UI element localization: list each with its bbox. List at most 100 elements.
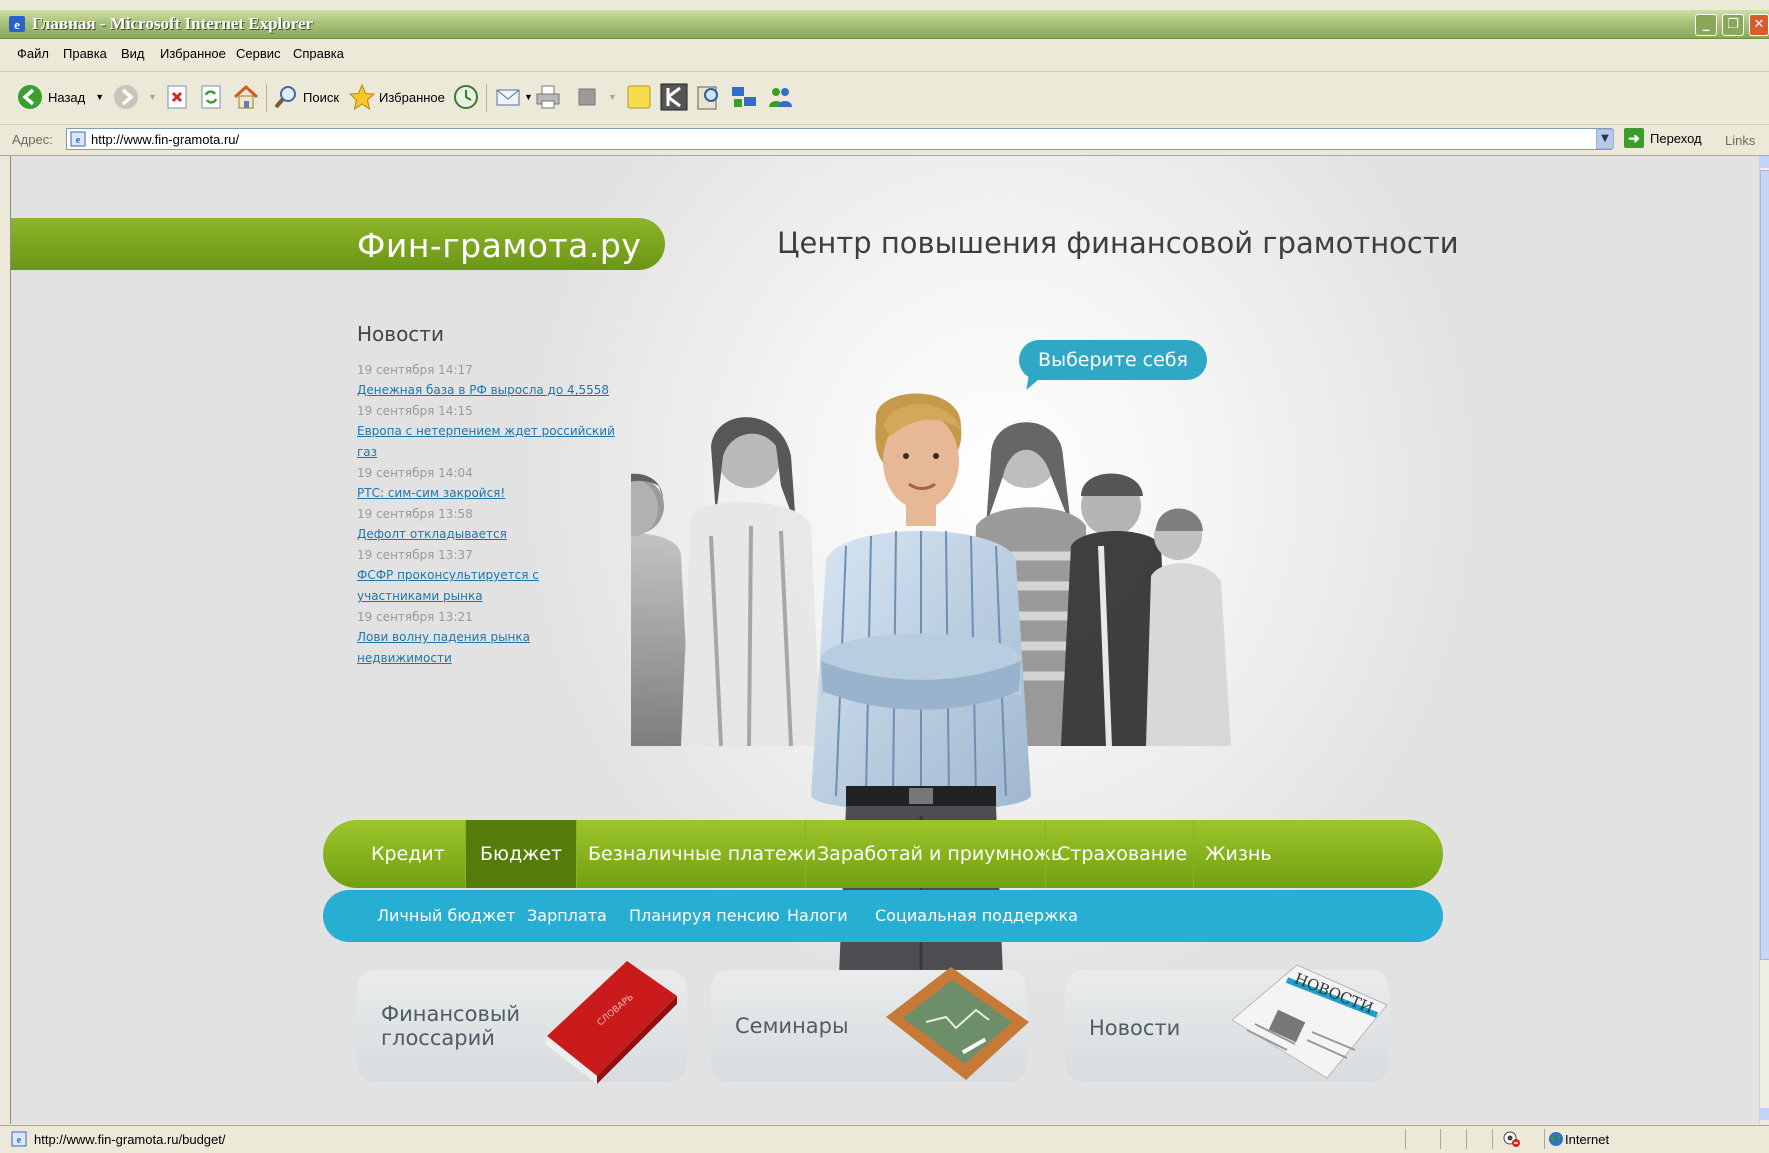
news-link[interactable]: Лови волну падения рынка недвижимости [357,627,547,669]
mail-icon [496,89,520,106]
nav-life[interactable]: Жизнь [1205,820,1272,888]
globe-icon [1549,1132,1563,1146]
toolbar-separator [266,84,267,112]
menu-favorites[interactable]: Избранное [160,46,226,61]
site-logo-bar[interactable]: Фин-грамота.ру [11,218,665,270]
news-link[interactable]: ФСФР проконсультируется с участниками ры… [357,565,619,607]
search-button[interactable]: Поиск [272,82,339,112]
network-icon [732,87,756,107]
address-input[interactable]: e http://www.fin-gramota.ru/ [66,128,1612,150]
news-link[interactable]: РТС: сим-сим закройся! [357,483,647,504]
history-icon [454,85,478,109]
news-heading: Новости [357,322,444,346]
vertical-scrollbar[interactable] [1759,156,1769,1124]
edit-icon [578,88,596,106]
go-arrow-icon: ➜ [1624,128,1644,148]
home-icon [233,84,259,109]
menu-file[interactable]: Файл [17,46,49,61]
news-date: 19 сентября 14:04 [357,466,473,480]
menu-help[interactable]: Справка [293,46,344,61]
menu-bar: Файл Правка Вид Избранное Сервис Справка [0,39,1769,101]
research-icon [697,86,718,110]
subnav-pension[interactable]: Планируя пенсию [629,906,780,925]
mail-dropdown-icon[interactable]: ▼ [524,92,533,102]
back-button[interactable]: Назад ▼ [16,82,104,112]
address-label: Адрес: [12,132,53,147]
news-link[interactable]: Дефолт откладывается [357,524,647,545]
restore-button[interactable]: ❐ [1722,14,1744,36]
status-divider [1405,1129,1406,1149]
nav-budget[interactable]: Бюджет [466,820,576,888]
favorites-button[interactable]: Избранное [348,82,445,112]
subnav-taxes[interactable]: Налоги [787,906,848,925]
menu-view[interactable]: Вид [121,46,145,61]
kaspersky-button[interactable] [660,82,688,112]
page-icon: e [70,131,86,147]
history-button[interactable] [452,82,480,112]
scroll-down-icon[interactable] [1760,1108,1769,1120]
site-logo[interactable]: Фин-грамота.ру [357,226,641,265]
ie-icon: e [9,16,25,32]
mail-button[interactable]: ▼ [494,82,533,112]
discuss-button[interactable] [626,82,652,112]
stop-button[interactable] [166,82,190,112]
subnav-salary[interactable]: Зарплата [527,906,607,925]
nav-separator [1045,820,1046,888]
seminars-tile[interactable]: Семинары [711,967,1029,1082]
forward-dropdown-icon[interactable]: ▼ [148,92,157,102]
scroll-thumb[interactable] [1760,170,1769,960]
menu-tools[interactable]: Сервис [236,46,281,61]
nav-separator [576,820,577,888]
news-date: 19 сентября 13:21 [357,610,473,624]
forward-arrow-icon [114,85,138,109]
links-label[interactable]: Links [1725,133,1755,148]
status-url: http://www.fin-gramota.ru/budget/ [34,1132,226,1147]
news-tile[interactable]: Новости НОВОСТИ [1065,964,1389,1082]
refresh-button[interactable] [200,82,224,112]
home-button[interactable] [232,82,260,112]
close-button[interactable]: ✕ [1749,14,1769,36]
edit-button[interactable]: ▼ [576,82,617,112]
status-divider [1492,1129,1493,1149]
subnav-social-support[interactable]: Социальная поддержка [875,906,1078,925]
back-dropdown-icon[interactable]: ▼ [95,92,104,102]
menu-edit[interactable]: Правка [63,46,107,61]
nav-earn-and-grow[interactable]: Заработай и приумножь [817,820,1062,888]
go-button[interactable]: ➜ Переход [1624,128,1702,148]
refresh-icon [201,85,221,109]
go-label: Переход [1650,130,1702,146]
status-divider [1466,1129,1467,1149]
seminars-label: Семинары [735,1014,849,1038]
address-bar: Адрес: e http://www.fin-gramota.ru/ ▼ ➜ … [0,125,1769,156]
address-dropdown-icon[interactable]: ▼ [1596,129,1614,149]
newspaper-icon: НОВОСТИ [1231,964,1388,1079]
nav-credit[interactable]: Кредит [371,820,445,888]
main-nav: Кредит Бюджет Безналичные платежи Зарабо… [323,820,1443,888]
privacy-icon[interactable] [1502,1130,1522,1148]
news-link[interactable]: Европа с нетерпением ждет российский газ [357,421,617,463]
news-date: 19 сентября 14:15 [357,404,473,418]
toolbar-separator [486,84,487,112]
note-icon [627,85,651,109]
back-arrow-icon [18,85,42,109]
nav-insurance[interactable]: Страхование [1057,820,1187,888]
subnav-personal-budget[interactable]: Личный бюджет [377,906,515,925]
search-icon [274,86,296,109]
people-icon [769,88,792,107]
print-button[interactable] [534,82,562,112]
page-viewport: Фин-грамота.ру Центр повышения финансово… [10,156,1760,1124]
news-date: 19 сентября 13:58 [357,507,473,521]
forward-button[interactable]: ▼ [112,82,157,112]
contacts-button[interactable] [766,82,794,112]
news-link[interactable]: Денежная база в РФ выросла до 4,5558 [357,380,647,401]
nav-cashless-payments[interactable]: Безналичные платежи [588,820,816,888]
glossary-tile[interactable]: Финансовый глоссарий СЛОВАРЬ [357,961,687,1084]
research-button[interactable] [694,82,722,112]
edit-dropdown-icon[interactable]: ▼ [608,92,617,102]
messenger-button[interactable] [730,82,758,112]
scroll-up-icon[interactable] [1760,156,1769,168]
news-tile-label: Новости [1089,1016,1181,1040]
minimize-button[interactable]: _ [1695,14,1717,36]
stop-icon [167,85,187,109]
status-divider [1544,1129,1545,1149]
